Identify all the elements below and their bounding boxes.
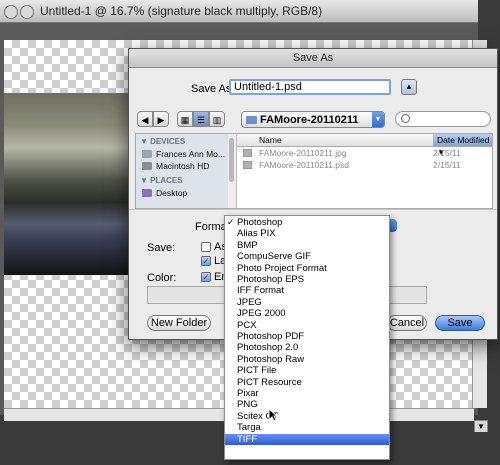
file-date: 2/15/11 bbox=[433, 148, 461, 158]
forward-button[interactable]: ▶ bbox=[153, 111, 169, 127]
format-menu-item-label: Targa bbox=[237, 422, 261, 434]
color-label: Color: bbox=[147, 272, 177, 284]
sidebar-item-desktop[interactable]: Desktop bbox=[142, 188, 187, 198]
list-view-button[interactable]: ☰ bbox=[193, 111, 209, 127]
desktop-icon bbox=[142, 189, 152, 197]
sidebar-item-frances-ann[interactable]: Frances Ann Mo... bbox=[142, 149, 225, 159]
save-options-label: Save: bbox=[147, 242, 176, 254]
new-folder-button[interactable]: New Folder bbox=[147, 315, 211, 331]
format-menu-item[interactable]: JPEG 2000 bbox=[225, 308, 389, 319]
format-menu-item[interactable]: Photoshop 2.0 bbox=[225, 342, 389, 353]
format-menu-item-label: JPEG bbox=[237, 296, 262, 308]
as-copy-checkbox[interactable] bbox=[201, 242, 211, 252]
expand-dialog-button[interactable]: ▲ bbox=[401, 79, 417, 95]
format-menu-item[interactable]: Photo Project Format bbox=[225, 263, 389, 274]
filename-input[interactable]: Untitled-1.psd bbox=[229, 79, 391, 95]
format-menu-item[interactable]: PNG bbox=[225, 399, 389, 410]
format-menu-item[interactable]: Targa bbox=[225, 422, 389, 433]
chevron-updown-icon: ▼ bbox=[372, 112, 384, 127]
location-label: FAMoore-20110211 bbox=[260, 114, 359, 126]
sidebar-header-devices: ▼ DEVICES bbox=[140, 137, 186, 146]
browser-toolbar: ◀ ▶ ▦ ☰ ▥ FAMoore-20110211 ▼ bbox=[129, 107, 497, 131]
format-menu-item-label: Pixar bbox=[237, 388, 259, 399]
format-menu-item[interactable]: BMP bbox=[225, 240, 389, 251]
file-name: FAMoore-20110211.psd bbox=[259, 160, 349, 170]
hard-drive-icon bbox=[142, 162, 152, 170]
canvas-image bbox=[4, 93, 134, 275]
cancel-button[interactable]: Cancel bbox=[387, 315, 427, 331]
format-menu-item-label: TIFF bbox=[237, 433, 258, 445]
format-menu-item[interactable]: IFF Format bbox=[225, 285, 389, 296]
computer-icon bbox=[142, 150, 152, 158]
photoshop-file-icon bbox=[243, 161, 252, 169]
format-menu-item[interactable]: Photoshop PDF bbox=[225, 331, 389, 342]
sidebar-item-macintosh-hd[interactable]: Macintosh HD bbox=[142, 161, 209, 171]
search-icon bbox=[401, 114, 410, 123]
minimize-window-icon[interactable] bbox=[20, 5, 34, 19]
image-file-icon bbox=[243, 149, 252, 157]
format-menu-item[interactable]: Photoshop Raw bbox=[225, 354, 389, 365]
format-menu-item-label: PCX bbox=[237, 319, 257, 331]
layers-checkbox[interactable]: ✓ bbox=[201, 256, 211, 266]
file-row[interactable]: FAMoore-20110211.jpg 2/15/11 bbox=[237, 148, 492, 159]
sidebar-header-places: ▼ PLACES bbox=[140, 176, 183, 185]
document-titlebar: Untitled-1 @ 16.7% (signature black mult… bbox=[0, 0, 478, 23]
search-input[interactable] bbox=[395, 111, 491, 127]
dialog-titlebar: Save As bbox=[129, 49, 497, 68]
format-menu-item-label: CompuServe GIF bbox=[237, 251, 311, 263]
format-menu-item[interactable]: Pixar bbox=[225, 388, 389, 399]
save-as-label: Save As: bbox=[191, 83, 235, 95]
document-title: Untitled-1 @ 16.7% (signature black mult… bbox=[40, 4, 323, 18]
format-menu-item-label: Photoshop bbox=[237, 217, 283, 228]
close-window-icon[interactable] bbox=[4, 5, 18, 19]
sidebar: ▼ DEVICES Frances Ann Mo... Macintosh HD… bbox=[136, 134, 229, 208]
file-date: 2/15/11 bbox=[433, 160, 461, 170]
file-row[interactable]: FAMoore-20110211.psd 2/15/11 bbox=[237, 160, 492, 171]
folder-icon bbox=[246, 116, 257, 124]
location-popup[interactable]: FAMoore-20110211 ▼ bbox=[241, 111, 385, 128]
dialog-title: Save As bbox=[292, 52, 334, 64]
format-menu-item-label: PICT Resource bbox=[237, 376, 302, 388]
format-menu-item[interactable]: PICT File bbox=[225, 365, 389, 376]
name-column-header[interactable]: Name bbox=[259, 135, 282, 145]
sidebar-scrollbar[interactable] bbox=[228, 134, 237, 208]
icon-view-button[interactable]: ▦ bbox=[177, 111, 193, 127]
date-modified-column-header[interactable]: Date Modified ▼ bbox=[433, 134, 492, 157]
format-menu-item[interactable]: ✓ Photoshop bbox=[225, 217, 389, 228]
format-menu-item[interactable]: Scitex CT bbox=[225, 411, 389, 422]
format-menu-item-label: PNG bbox=[237, 399, 258, 411]
format-menu-item-label: IFF Format bbox=[237, 285, 284, 297]
format-menu-item-label: Photoshop PDF bbox=[237, 331, 305, 342]
save-button[interactable]: Save bbox=[435, 315, 485, 331]
mouse-pointer-icon bbox=[268, 407, 279, 425]
format-menu-item-label: JPEG 2000 bbox=[237, 308, 286, 320]
format-menu-item[interactable]: Alias PIX bbox=[225, 228, 389, 239]
file-browser: ▼ DEVICES Frances Ann Mo... Macintosh HD… bbox=[135, 133, 493, 209]
format-menu-item-label: Photoshop 2.0 bbox=[237, 342, 299, 354]
file-name: FAMoore-20110211.jpg bbox=[259, 148, 347, 158]
back-button[interactable]: ◀ bbox=[137, 111, 153, 127]
column-header: Name Date Modified ▼ bbox=[237, 134, 492, 157]
format-menu-item[interactable]: CompuServe GIF bbox=[225, 251, 389, 262]
format-menu-item[interactable]: JPEG bbox=[225, 297, 389, 308]
format-menu-item-label: Photo Project Format bbox=[237, 262, 327, 274]
format-menu-item-label: Photoshop EPS bbox=[237, 274, 305, 285]
format-menu-item[interactable]: PICT Resource bbox=[225, 377, 389, 388]
column-view-button[interactable]: ▥ bbox=[209, 111, 225, 127]
format-menu-item[interactable]: PCX bbox=[225, 320, 389, 331]
format-menu-item[interactable]: Photoshop EPS bbox=[225, 274, 389, 285]
checkmark-icon: ✓ bbox=[227, 217, 235, 227]
sidebar-scroll-thumb[interactable] bbox=[229, 138, 234, 182]
format-menu-item[interactable]: TIFF bbox=[225, 433, 389, 445]
embed-profile-checkbox[interactable]: ✓ bbox=[201, 272, 211, 282]
format-menu: ✓ Photoshop Alias PIX BMP CompuServe GIF Phot… bbox=[224, 215, 390, 460]
format-menu-item-label: Alias PIX bbox=[237, 228, 276, 240]
format-menu-item-label: PICT File bbox=[237, 365, 277, 377]
format-menu-item-label: Photoshop Raw bbox=[237, 353, 305, 365]
format-menu-item-label: BMP bbox=[237, 239, 258, 251]
